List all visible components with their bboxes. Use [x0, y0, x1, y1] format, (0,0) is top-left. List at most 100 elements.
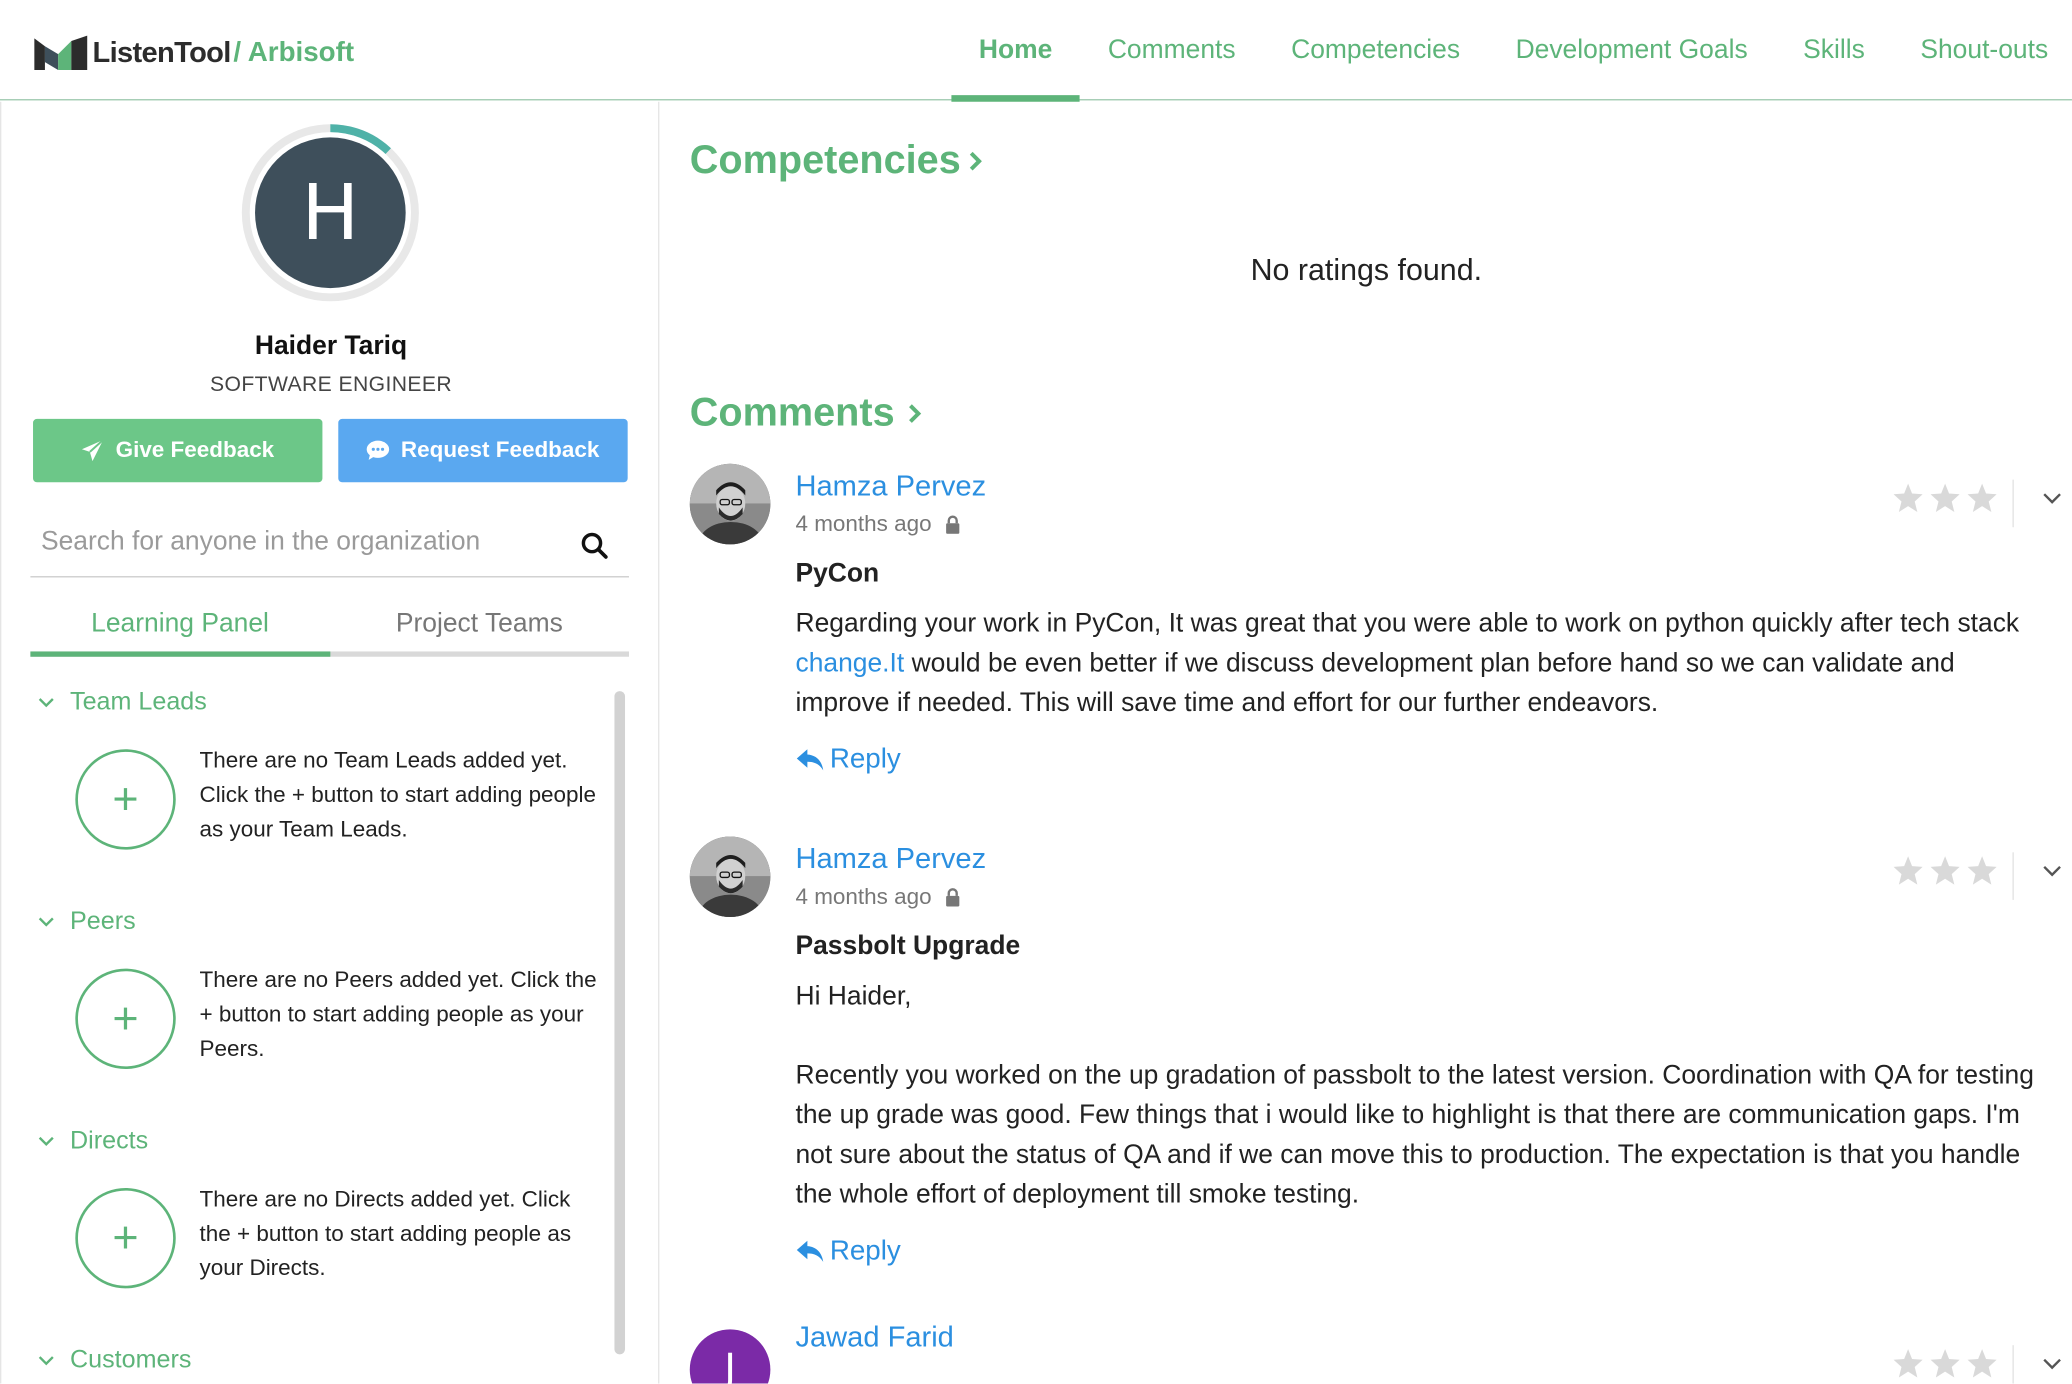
chevron-down-icon: [38, 917, 54, 927]
chevron-right-icon: [969, 151, 982, 171]
chevron-down-icon: [38, 1356, 54, 1366]
star-icon: [1930, 483, 1960, 513]
profile-sidebar: H Haider Tariq SOFTWARE ENGINEER Give Fe…: [0, 101, 660, 1384]
group-title: Peers: [70, 907, 136, 936]
group-title: Directs: [70, 1127, 149, 1155]
no-ratings-message: No ratings found.: [1250, 252, 1483, 287]
chevron-down-icon: [38, 698, 54, 708]
panel-tabs: Learning Panel Project Teams: [30, 601, 629, 657]
profile-avatar-ring: H: [239, 122, 421, 304]
comment-author[interactable]: Hamza Pervez: [795, 842, 986, 876]
group-title: Team Leads: [70, 688, 207, 717]
nav-development-goals[interactable]: Development Goals: [1488, 0, 1776, 100]
reply-button[interactable]: Reply: [795, 1236, 901, 1268]
reply-icon: [796, 1240, 824, 1262]
add-peer-button[interactable]: +: [75, 968, 176, 1070]
top-navbar: ListenTool / Arbisoft Home Comments Comp…: [0, 0, 2072, 102]
chevron-right-icon: [909, 404, 922, 423]
sidebar-scrollbar[interactable]: [614, 691, 626, 1355]
learning-panel-groups: Team Leads + There are no Team Leads add…: [30, 683, 611, 1383]
profile-role: SOFTWARE ENGINEER: [209, 373, 453, 397]
add-direct-button[interactable]: +: [75, 1187, 176, 1289]
give-feedback-label: Give Feedback: [115, 437, 275, 463]
chevron-down-icon: [38, 1136, 54, 1147]
chevron-down-icon[interactable]: [2043, 865, 2061, 878]
main-nav: Home Comments Competencies Development G…: [951, 0, 2072, 102]
divider: [2011, 479, 2014, 528]
paper-plane-icon: [82, 439, 105, 462]
divider: [2011, 852, 2014, 900]
search-icon[interactable]: [581, 532, 608, 559]
star-icon: [1893, 856, 1923, 885]
comment-body: Recently you worked on the up gradation …: [795, 1061, 2034, 1210]
group-empty-text: There are no Peers added yet. Click the …: [199, 967, 597, 1062]
star-icon: [1930, 1349, 1960, 1378]
app-root: ListenTool / Arbisoft Home Comments Comp…: [0, 0, 2072, 1384]
logo-icon: [34, 35, 88, 71]
group-header-customers[interactable]: Customers: [30, 1341, 611, 1381]
search-input[interactable]: [40, 521, 557, 562]
lock-icon: [946, 888, 960, 907]
request-feedback-label: Request Feedback: [400, 437, 600, 463]
nav-comments[interactable]: Comments: [1080, 0, 1263, 100]
reply-button[interactable]: Reply: [795, 744, 901, 776]
star-rating[interactable]: [1892, 482, 1998, 513]
tab-project-teams[interactable]: Project Teams: [330, 601, 629, 651]
group-header-directs[interactable]: Directs: [30, 1122, 611, 1162]
group-title: Customers: [70, 1346, 192, 1375]
comments-heading[interactable]: Comments: [690, 391, 924, 436]
reply-icon: [796, 749, 824, 771]
divider: [2011, 1345, 2014, 1384]
chevron-down-icon[interactable]: [2043, 1358, 2061, 1370]
nav-competencies[interactable]: Competencies: [1263, 0, 1487, 100]
comment-body: Regarding your work in PyCon, It was gre…: [795, 609, 2020, 718]
people-search: [30, 503, 629, 578]
tab-learning-panel[interactable]: Learning Panel: [30, 601, 330, 657]
group-empty-text: There are no Team Leads added yet. Click…: [199, 747, 597, 842]
add-team-lead-button[interactable]: +: [75, 749, 176, 850]
comment-title: PyCon: [795, 558, 880, 589]
group-team-leads: Team Leads + There are no Team Leads add…: [30, 683, 611, 881]
star-icon: [1967, 483, 1997, 513]
comment-title: Passbolt Upgrade: [795, 931, 1021, 961]
group-empty-text: There are no Directs added yet. Click th…: [199, 1186, 572, 1281]
request-feedback-button[interactable]: Request Feedback: [338, 418, 628, 483]
main-content: Competencies No ratings found. Comments: [661, 102, 2072, 1384]
brand-name: ListenTool: [92, 35, 231, 69]
brand-logo[interactable]: ListenTool / Arbisoft: [32, 29, 354, 77]
competencies-heading[interactable]: Competencies: [690, 139, 982, 184]
avatar[interactable]: [689, 463, 771, 545]
nav-shout-outs[interactable]: Shout-outs: [1893, 0, 2072, 100]
star-icon: [1967, 1349, 1997, 1378]
group-header-peers[interactable]: Peers: [30, 903, 611, 943]
star-icon: [1967, 856, 1997, 885]
comment-card: Hamza Pervez 4 months ago Passbolt Upgra…: [689, 836, 2064, 1285]
group-directs: Directs + There are no Directs added yet…: [30, 1122, 611, 1320]
group-header-team-leads[interactable]: Team Leads: [30, 683, 611, 723]
star-icon: [1930, 856, 1960, 885]
group-peers: Peers + There are no Peers added yet. Cl…: [30, 903, 611, 1101]
avatar[interactable]: J: [689, 1329, 771, 1384]
comment-author[interactable]: Jawad Farid: [795, 1320, 953, 1354]
nav-home[interactable]: Home: [951, 0, 1080, 102]
star-rating[interactable]: [1892, 1348, 1998, 1378]
star-icon: [1893, 1349, 1923, 1378]
group-customers: Customers: [30, 1341, 611, 1381]
give-feedback-button[interactable]: Give Feedback: [33, 418, 323, 483]
comment-time: 4 months ago: [795, 511, 960, 537]
avatar[interactable]: [689, 836, 771, 918]
nav-skills[interactable]: Skills: [1775, 0, 1892, 100]
comment-card: J Jawad Farid: [689, 1320, 2064, 1384]
star-icon: [1893, 483, 1923, 513]
lock-icon: [946, 515, 960, 534]
comment-time: 4 months ago: [795, 884, 960, 910]
star-rating[interactable]: [1892, 855, 1998, 885]
comment-link[interactable]: change.It: [795, 649, 904, 678]
user-photo: [689, 836, 771, 918]
chat-bubble-icon: [367, 440, 390, 460]
profile-name: Haider Tariq: [254, 331, 408, 361]
comment-author[interactable]: Hamza Pervez: [795, 469, 986, 503]
chevron-down-icon[interactable]: [2043, 493, 2061, 505]
profile-avatar[interactable]: H: [255, 137, 406, 289]
comment-greeting: Hi Haider,: [795, 981, 912, 1011]
